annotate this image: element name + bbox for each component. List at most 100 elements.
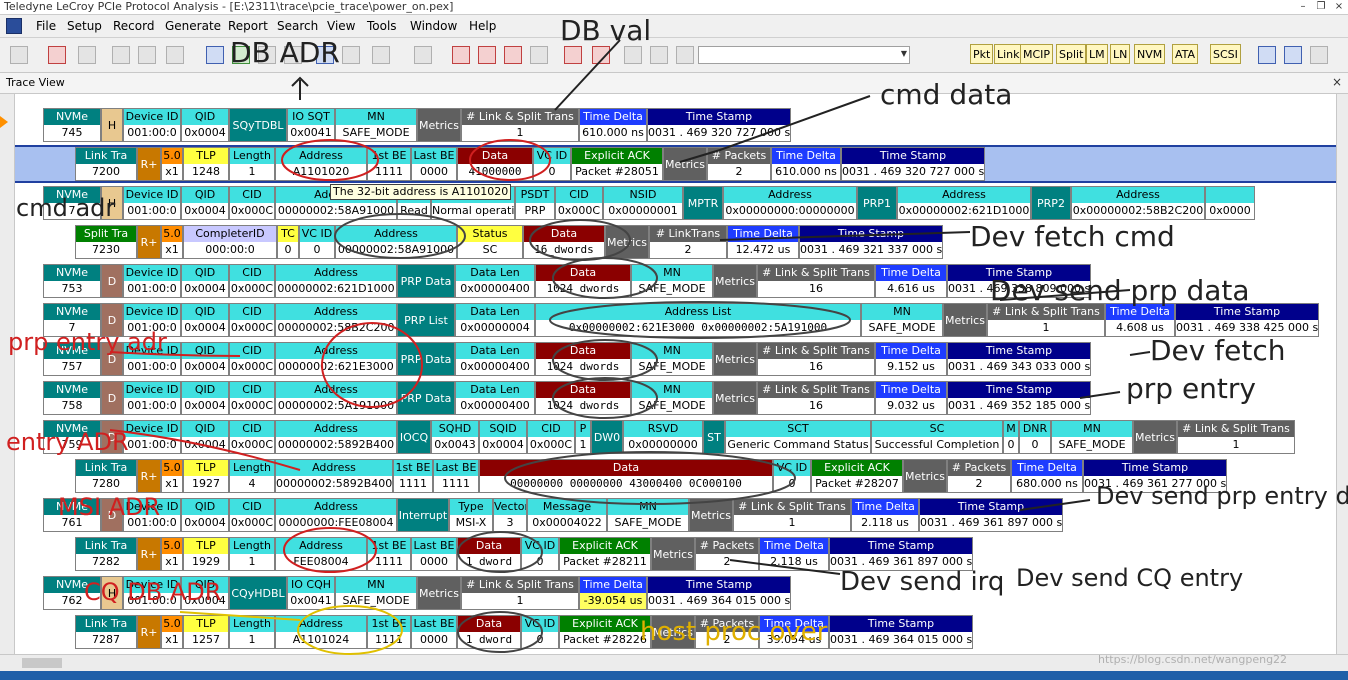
packet-field[interactable]: CID 0x000C xyxy=(555,186,603,220)
packet-field[interactable]: D xyxy=(101,303,123,337)
packet-field[interactable]: Metrics xyxy=(651,537,695,571)
packet-field[interactable]: MN SAFE_MODE xyxy=(631,264,713,298)
layout-icon[interactable] xyxy=(232,46,250,64)
packet-field[interactable]: Address 00000002:5892B400 xyxy=(275,420,397,454)
packet-field[interactable]: Length 4 xyxy=(229,459,275,493)
packet-field[interactable]: Address 00000000:FEE08004 xyxy=(275,498,397,532)
packet-field[interactable]: M0 xyxy=(1003,420,1019,454)
packet-field[interactable]: VC ID 0 xyxy=(521,537,559,571)
packet-field[interactable]: PRP List xyxy=(397,303,455,337)
packet-field[interactable]: R+ xyxy=(137,537,161,571)
tools-icon[interactable] xyxy=(414,46,432,64)
packet-field[interactable]: Metrics xyxy=(713,342,757,376)
packet-field[interactable]: Time Delta -39.054 us xyxy=(579,576,647,610)
packet-field[interactable]: Explicit ACK Packet #28211 xyxy=(559,537,651,571)
packet-field[interactable]: Explicit ACK Packet #28226 xyxy=(559,615,651,649)
packet-field[interactable]: D xyxy=(101,498,123,532)
packet-field[interactable]: D xyxy=(101,420,123,454)
packet-field[interactable]: Time Stamp 0031 . 469 320 727 000 s xyxy=(647,108,791,142)
packet-field[interactable]: Metrics xyxy=(713,381,757,415)
packet-field[interactable]: Time Delta 9.032 us xyxy=(875,381,947,415)
packet-field[interactable]: MN SAFE_MODE xyxy=(631,342,713,376)
packet-field[interactable]: Data 16_dwords xyxy=(523,225,605,259)
packet-field[interactable]: PRP Data xyxy=(397,342,455,376)
packet-field[interactable]: CID 0x000C xyxy=(229,303,275,337)
packet-field[interactable]: Time Stamp 0031 . 469 320 727 000 s xyxy=(841,147,985,181)
packet-field[interactable]: TLP 1929 xyxy=(183,537,229,571)
packet-field[interactable]: Vector 3 xyxy=(493,498,527,532)
packet-field[interactable]: Time Delta 4.616 us xyxy=(875,264,947,298)
packet-field[interactable]: Metrics xyxy=(689,498,733,532)
packet-field[interactable]: Data 1 dword xyxy=(457,615,521,649)
packet-field[interactable]: Time Stamp 0031 . 469 364 015 000 s xyxy=(647,576,791,610)
packet-field[interactable]: QID 0x0004 xyxy=(181,420,229,454)
packet-field[interactable]: Last BE 0000 xyxy=(411,537,457,571)
packet-field[interactable]: Status SC xyxy=(457,225,523,259)
hide-link-icon[interactable] xyxy=(478,46,496,64)
packet-field[interactable]: Time Stamp 0031 . 469 364 015 000 s xyxy=(829,615,973,649)
packet-row[interactable]: NVMe 7 H Device ID 001:00:0 QID 0x0004 CID 0x000… xyxy=(15,186,1336,220)
filter-split-button[interactable]: Split xyxy=(1056,44,1087,64)
packet-field[interactable]: Metrics xyxy=(417,576,461,610)
packet-field[interactable]: VC ID 0 xyxy=(299,225,335,259)
packet-field[interactable]: Message 0x00004022 xyxy=(527,498,607,532)
packet-field[interactable]: NSID 0x00000001 xyxy=(603,186,683,220)
packet-field[interactable]: Time Delta 610.000 ns xyxy=(771,147,841,181)
packet-field[interactable]: NVMe 7 xyxy=(43,303,101,337)
packet-field[interactable]: Link Tra 7282 xyxy=(75,537,137,571)
packet-field[interactable]: 1st BE 1111 xyxy=(367,147,411,181)
packet-row[interactable]: NVMe 745 H Device ID 001:00:0 QID 0x0004 SQyTDB… xyxy=(15,108,1336,142)
packet-field[interactable]: R+ xyxy=(137,147,161,181)
packet-field[interactable]: SQID 0x0004 xyxy=(479,420,527,454)
menu-generate[interactable]: Generate xyxy=(165,18,221,34)
marker-icon[interactable] xyxy=(372,46,390,64)
packet-field[interactable]: NVMe 761 xyxy=(43,498,101,532)
hide-mcip-icon[interactable] xyxy=(530,46,548,64)
hide-split-icon[interactable] xyxy=(504,46,522,64)
packet-field[interactable]: MPTR xyxy=(683,186,723,220)
packet-field[interactable]: Last BE 1111 xyxy=(433,459,479,493)
scroll-thumb[interactable] xyxy=(22,658,62,668)
packet-row[interactable]: NVMe 759 D Device ID 001:00:0 QID 0x0004 CID 0x0… xyxy=(15,420,1336,454)
packet-field[interactable]: Time Stamp 0031 . 469 343 033 000 s xyxy=(947,342,1091,376)
restore-icon[interactable]: ❐ xyxy=(1314,0,1328,14)
packet-field[interactable]: Device ID 001:00:0 xyxy=(123,342,181,376)
packet-field[interactable]: NVMe 757 xyxy=(43,342,101,376)
packet-field[interactable]: Metrics xyxy=(651,615,695,649)
packet-field[interactable]: Device ID 001:00:0 xyxy=(123,264,181,298)
packet-field[interactable]: # Link & Split Trans 1 xyxy=(987,303,1105,337)
packet-field[interactable]: Metrics xyxy=(605,225,649,259)
packet-field[interactable]: SCT Generic Command Status xyxy=(725,420,871,454)
menu-report[interactable]: Report xyxy=(228,18,268,34)
packet-field[interactable]: SQyTDBL xyxy=(229,108,287,142)
packet-row[interactable]: Split Tra 7230 R+ 5.0 x1 CompleterID 000:00:0 T… xyxy=(15,225,1336,259)
packet-field[interactable]: R+ xyxy=(137,225,161,259)
packet-field[interactable]: Address 00000002:621D1000 xyxy=(275,264,397,298)
packet-field[interactable]: Address 0x00000002:621D1000 xyxy=(897,186,1031,220)
packet-field[interactable]: NVMe 762 xyxy=(43,576,101,610)
packet-field[interactable]: Link Tra 7280 xyxy=(75,459,137,493)
packet-field[interactable]: QID 0x0004 xyxy=(181,264,229,298)
packet-field[interactable]: MN SAFE_MODE xyxy=(607,498,689,532)
filter-ln-button[interactable]: LN xyxy=(1110,44,1131,64)
packet-field[interactable]: D xyxy=(101,381,123,415)
menu-file[interactable]: File xyxy=(36,18,56,34)
packet-field[interactable]: Split Tra 7230 xyxy=(75,225,137,259)
minimize-icon[interactable]: – xyxy=(1296,0,1310,14)
packet-field[interactable]: Address 00000002:5A191000 xyxy=(275,381,397,415)
packet-field[interactable]: ST xyxy=(703,420,725,454)
menu-window[interactable]: Window xyxy=(410,18,457,34)
packet-field[interactable]: D xyxy=(101,264,123,298)
packet-field[interactable]: # Packets 2 xyxy=(707,147,771,181)
packet-row[interactable]: Link Tra 7282 R+ 5.0 x1 TLP 1929 Length 1 Address… xyxy=(15,537,1336,571)
packet-field[interactable]: Data Len 0x00000400 xyxy=(455,264,535,298)
packet-field[interactable]: Data 1 dword xyxy=(457,537,521,571)
packet-field[interactable]: 0x0000 xyxy=(1205,186,1255,220)
packet-field[interactable]: Time Delta 12.472 us xyxy=(727,225,799,259)
record-circle-icon[interactable] xyxy=(78,46,96,64)
filter-lm-button[interactable]: LM xyxy=(1086,44,1108,64)
menu-help[interactable]: Help xyxy=(469,18,496,34)
packet-field[interactable]: VC ID 0 xyxy=(533,147,571,181)
menu-setup[interactable]: Setup xyxy=(67,18,102,34)
packet-field[interactable]: PRP Data xyxy=(397,264,455,298)
